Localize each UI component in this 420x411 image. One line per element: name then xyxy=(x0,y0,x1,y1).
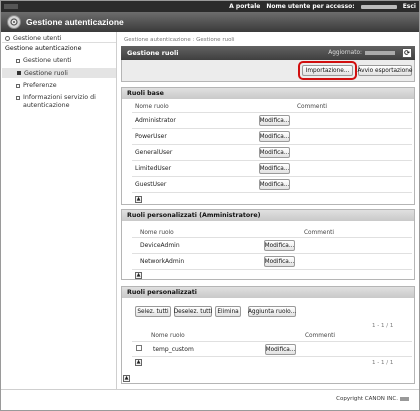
sidebar: Gestione utenti Gestione autenticazione … xyxy=(1,32,117,389)
role-name: GeneralUser xyxy=(135,149,173,156)
action-bar: Importazione... Avvio esportazione xyxy=(121,60,415,82)
updated-label: Aggiornato: xyxy=(328,50,362,56)
section-title: Ruoli personalizzati (Amministratore) xyxy=(122,210,414,221)
role-name: GuestUser xyxy=(135,181,167,188)
edit-button[interactable]: Modifica... xyxy=(259,115,290,126)
bullet-icon xyxy=(16,58,20,63)
basic-roles-section: Ruoli base Nome ruolo Commenti Administr… xyxy=(121,87,415,205)
updated-value-redacted xyxy=(365,51,395,55)
divider xyxy=(132,356,412,357)
sidebar-divider xyxy=(2,42,116,43)
deselect-all-button[interactable]: Deselez. tutti xyxy=(174,306,212,317)
role-name: DeviceAdmin xyxy=(140,242,180,249)
scroll-top-icon[interactable]: ▲ xyxy=(135,196,142,203)
col-header-comments: Commenti xyxy=(297,104,328,110)
role-name: NetworkAdmin xyxy=(140,258,185,265)
footer: Copyright CANON INC. xyxy=(1,389,419,410)
divider xyxy=(132,192,412,193)
select-all-button[interactable]: Selez. tutti xyxy=(135,306,171,317)
breadcrumb: Gestione autenticazione : Gestione ruoli xyxy=(124,37,235,43)
edit-button[interactable]: Modifica... xyxy=(259,163,290,174)
page-title: Gestione ruoli xyxy=(127,49,179,57)
divider xyxy=(132,160,412,161)
bullet-icon xyxy=(17,71,21,75)
edit-button[interactable]: Modifica... xyxy=(259,179,290,190)
edit-button[interactable]: Modifica... xyxy=(259,131,290,142)
updated-info: Aggiornato: xyxy=(328,50,395,56)
user-label: Nome utente per accesso: xyxy=(266,3,355,10)
portal-link[interactable]: A portale xyxy=(229,3,260,10)
top-bar: A portale Nome utente per accesso: Esci xyxy=(1,1,419,12)
refresh-icon[interactable]: ⟳ xyxy=(402,48,412,58)
sidebar-top-link[interactable]: Gestione utenti xyxy=(5,35,62,42)
divider xyxy=(132,253,412,254)
scroll-top-icon[interactable]: ▲ xyxy=(135,359,142,366)
edit-button[interactable]: Modifica... xyxy=(259,147,290,158)
logout-link[interactable]: Esci xyxy=(403,3,416,10)
divider xyxy=(132,176,412,177)
divider xyxy=(132,269,412,270)
col-header-comments: Commenti xyxy=(304,230,335,236)
custom-roles-section: Ruoli personalizzati Selez. tutti Desele… xyxy=(121,286,415,384)
highlight-box xyxy=(298,61,357,80)
role-name: LimitedUser xyxy=(135,165,172,172)
copyright-year-redacted xyxy=(400,397,409,401)
sidebar-item-gestione-ruoli[interactable]: Gestione ruoli xyxy=(2,68,116,78)
edit-button[interactable]: Modifica... xyxy=(264,240,295,251)
add-role-button[interactable]: Aggiunta ruolo... xyxy=(248,306,296,317)
sidebar-top-label: Gestione utenti xyxy=(13,35,62,42)
role-name: PowerUser xyxy=(135,133,167,140)
row-checkbox[interactable] xyxy=(136,345,142,351)
bullet-icon xyxy=(16,95,20,100)
scroll-top-icon[interactable]: ▲ xyxy=(135,272,142,279)
page-header: Gestione ruoli Aggiornato: ⟳ xyxy=(121,46,415,60)
app-title-bar: Gestione autenticazione xyxy=(1,12,419,32)
role-name: Administrator xyxy=(135,117,176,124)
sidebar-section-title: Gestione autenticazione xyxy=(5,45,82,52)
section-title: Ruoli personalizzati xyxy=(122,287,414,298)
divider xyxy=(132,237,412,238)
divider xyxy=(132,341,412,342)
col-header-comments: Commenti xyxy=(305,333,336,339)
sidebar-item-preferenze[interactable]: Preferenze xyxy=(16,82,57,89)
sidebar-item-label: Informazioni servizio di xyxy=(23,94,96,101)
copyright-text: Copyright CANON INC. xyxy=(336,396,398,402)
pager-bottom: 1 - 1 / 1 xyxy=(372,360,394,366)
logo-mark xyxy=(4,4,18,9)
app-title: Gestione autenticazione xyxy=(26,17,124,27)
col-header-name: Nome ruolo xyxy=(140,230,174,236)
sidebar-item-label: Preferenze xyxy=(23,82,57,89)
nav-circle-icon xyxy=(5,36,10,41)
edit-button[interactable]: Modifica... xyxy=(264,256,295,267)
sidebar-item-label: Gestione utenti xyxy=(23,57,72,64)
pager-top: 1 - 1 / 1 xyxy=(372,323,394,329)
sidebar-item-gestione-utenti[interactable]: Gestione utenti xyxy=(16,57,72,64)
edit-button[interactable]: Modifica... xyxy=(265,344,296,355)
divider xyxy=(132,112,412,113)
sidebar-item-informazioni-cont[interactable]: autenticazione xyxy=(23,102,70,109)
delete-button[interactable]: Elimina xyxy=(215,306,241,317)
bullet-icon xyxy=(16,83,20,88)
username-redacted xyxy=(360,4,397,9)
divider xyxy=(132,128,412,129)
role-name: temp_custom xyxy=(153,346,194,353)
sidebar-item-label: Gestione ruoli xyxy=(24,69,68,77)
divider xyxy=(132,144,412,145)
section-title: Ruoli base xyxy=(122,88,414,99)
export-button[interactable]: Avvio esportazione xyxy=(358,65,412,76)
sidebar-item-informazioni[interactable]: Informazioni servizio di xyxy=(16,94,96,101)
custom-admin-roles-section: Ruoli personalizzati (Amministratore) No… xyxy=(121,209,415,280)
col-header-name: Nome ruolo xyxy=(151,333,185,339)
col-header-name: Nome ruolo xyxy=(135,104,169,110)
app-gear-icon xyxy=(7,15,21,29)
main-content: Gestione autenticazione : Gestione ruoli… xyxy=(118,32,419,389)
copyright: Copyright CANON INC. xyxy=(336,396,409,402)
page-top-icon[interactable]: ▲ xyxy=(123,375,130,382)
